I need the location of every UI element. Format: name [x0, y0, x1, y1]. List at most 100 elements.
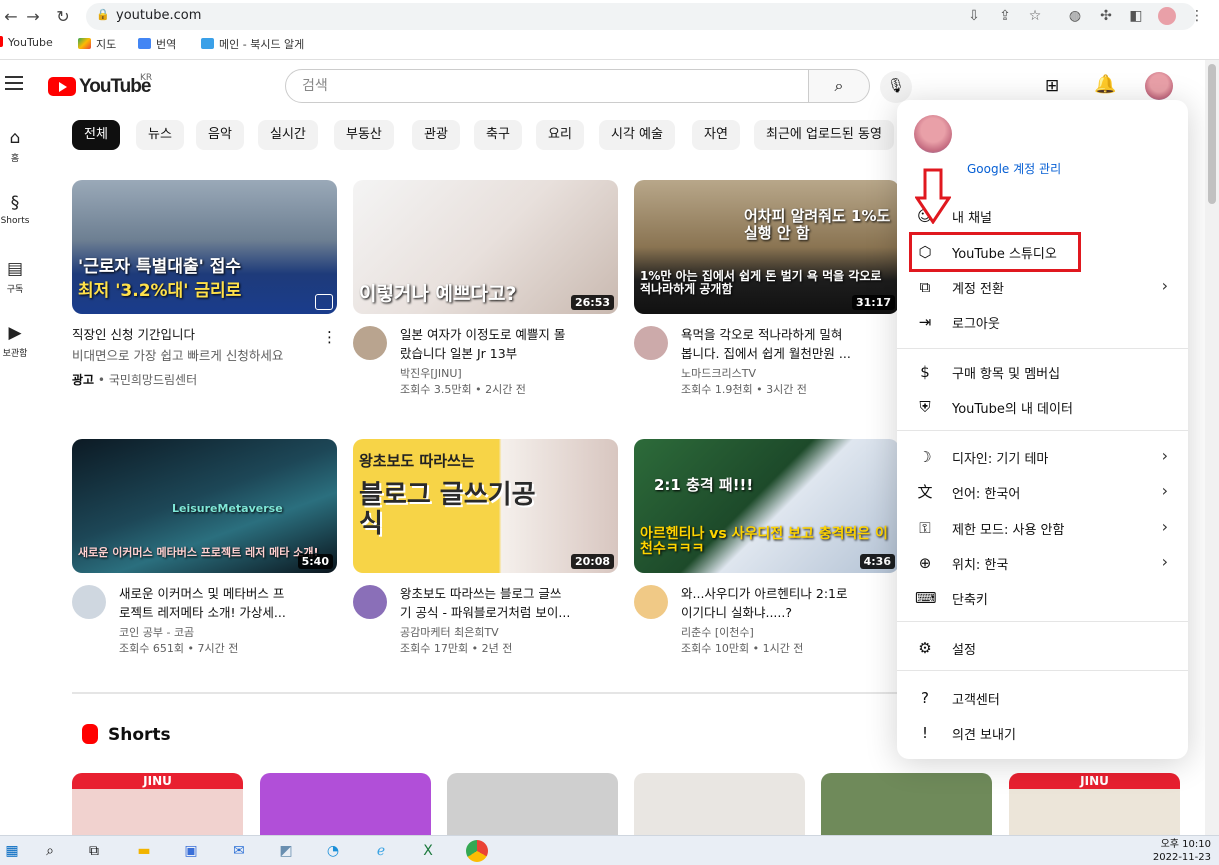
scrollbar-thumb[interactable]: [1208, 64, 1216, 204]
back-icon[interactable]: ←: [0, 6, 22, 28]
video-thumbnail[interactable]: 왕초보도 따라쓰는 블로그 글쓰기공식 20:08: [353, 439, 618, 573]
bookmark-main[interactable]: 메인 - 북시드 알게: [201, 36, 304, 52]
menu-item-feedback[interactable]: ! 의견 보내기: [897, 715, 1188, 750]
menu-item-shield-person[interactable]: ⛨ YouTube의 내 데이터: [897, 389, 1188, 424]
video-thumbnail[interactable]: LeisureMetaverse 새로운 이커머스 메타버스 프로젝트 레저 메타…: [72, 439, 337, 573]
menu-item-globe[interactable]: ⊕ 위치: 한국 ›: [897, 545, 1188, 580]
bookmark-star-icon[interactable]: ☆: [1026, 7, 1044, 25]
menu-item-switch-account[interactable]: ⧉ 계정 전환 ›: [897, 269, 1188, 304]
channel-name[interactable]: 코인 공부 - 코곰: [119, 625, 194, 641]
video-thumbnail[interactable]: '근로자 특별대출' 접수 최저 '3.2%대' 금리로: [72, 180, 337, 314]
menu-item-moon[interactable]: ☽ 디자인: 기기 테마 ›: [897, 439, 1188, 474]
guide-item-0[interactable]: ⌂ 홈: [0, 128, 30, 164]
guide-item-2[interactable]: ▤ 구독: [0, 259, 30, 295]
url-text[interactable]: youtube.com: [116, 8, 201, 23]
short-thumbnail[interactable]: JINU: [72, 773, 243, 835]
channel-name[interactable]: 노마드크리스TV: [681, 366, 756, 382]
channel-avatar[interactable]: [353, 326, 387, 360]
channel-avatar[interactable]: [634, 326, 668, 360]
video-title[interactable]: 일본 여자가 이정도로 예쁠지 몰: [400, 325, 565, 344]
reload-icon[interactable]: ↻: [52, 6, 74, 28]
video-thumbnail[interactable]: 2:1 충격 패!!! 아르헨티나 vs 사우디전 보고 충격먹은 이천수ㅋㅋㅋ 4…: [634, 439, 899, 573]
video-title-line2[interactable]: 로젝트 레저메타 소개! 가상세...: [119, 603, 286, 622]
notifications-icon[interactable]: 🔔: [1094, 74, 1116, 95]
extensions-icon[interactable]: ✣: [1097, 7, 1115, 25]
sidepanel-icon[interactable]: ◧: [1127, 7, 1145, 25]
channel-name[interactable]: 박진우[JINU]: [400, 366, 462, 382]
menu-item-help[interactable]: ? 고객센터: [897, 680, 1188, 715]
chip-5[interactable]: 관광: [412, 120, 460, 150]
short-thumbnail[interactable]: [447, 773, 618, 835]
menu-item-gear[interactable]: ⚙ 설정: [897, 630, 1188, 665]
chip-3[interactable]: 실시간: [258, 120, 318, 150]
more-menu-icon[interactable]: ⋮: [1188, 7, 1206, 25]
video-thumbnail[interactable]: 어차피 알려줘도 1%도 실행 안 함 1%만 아는 집에서 쉽게 돈 벌기 욕 …: [634, 180, 899, 314]
channel-avatar[interactable]: [634, 585, 668, 619]
chip-10[interactable]: 최근에 업로드된 동영: [754, 120, 894, 150]
channel-name[interactable]: 국민희망드림센터: [109, 373, 197, 387]
video-title-line2[interactable]: 봅니다. 집에서 쉽게 월천만원 ...: [681, 344, 851, 363]
task-view-icon[interactable]: ⧉: [84, 841, 104, 861]
channel-avatar[interactable]: [353, 585, 387, 619]
video-title[interactable]: 왕초보도 따라쓰는 블로그 글쓰: [400, 584, 561, 603]
search-button[interactable]: ⌕: [808, 69, 870, 103]
video-title-line2[interactable]: 랐습니다 일본 Jr 13부: [400, 344, 517, 363]
chip-8[interactable]: 시각 예술: [599, 120, 675, 150]
chip-4[interactable]: 부동산: [334, 120, 394, 150]
account-avatar[interactable]: [1145, 72, 1173, 100]
short-thumbnail[interactable]: [821, 773, 992, 835]
profile-icon[interactable]: [1158, 7, 1176, 25]
chip-2[interactable]: 음악: [196, 120, 244, 150]
menu-item-logout[interactable]: ⇥ 로그아웃: [897, 304, 1188, 339]
menu-item-keyboard[interactable]: ⌨ 단축키: [897, 580, 1188, 615]
install-icon[interactable]: ⇩: [965, 7, 983, 25]
bookmark-youtube[interactable]: YouTube: [0, 36, 53, 49]
chip-6[interactable]: 축구: [474, 120, 522, 150]
chip-7[interactable]: 요리: [536, 120, 584, 150]
guide-item-1[interactable]: § Shorts: [0, 193, 30, 226]
chip-0[interactable]: 전체: [72, 120, 120, 150]
video-title[interactable]: 직장인 신청 기간입니다: [72, 325, 195, 344]
video-title[interactable]: 욕먹을 각오로 적나라하게 밀혀: [681, 325, 842, 344]
search-input[interactable]: 검색: [285, 69, 810, 103]
bookmark-maps[interactable]: 지도: [78, 36, 116, 52]
short-thumbnail[interactable]: [634, 773, 805, 835]
chrome-icon[interactable]: [466, 840, 488, 862]
voice-search-icon[interactable]: 🎙: [880, 71, 912, 103]
channel-name[interactable]: 리춘수 [이천수]: [681, 625, 754, 641]
share-icon[interactable]: ⇪: [996, 7, 1014, 25]
short-thumbnail[interactable]: JINU: [1009, 773, 1180, 835]
ie-icon[interactable]: ℯ: [371, 841, 391, 861]
store-icon[interactable]: ▣: [181, 841, 201, 861]
bookmark-translate[interactable]: 번역: [138, 36, 176, 52]
app-icon[interactable]: ◩: [276, 841, 296, 861]
channel-name[interactable]: 공감마케터 최은희TV: [400, 625, 499, 641]
menu-item-restricted[interactable]: ⚿ 제한 모드: 사용 안함 ›: [897, 510, 1188, 545]
menu-item-label: 위치: 한국: [952, 558, 1009, 573]
excel-icon[interactable]: X: [418, 841, 438, 861]
chip-9[interactable]: 자연: [692, 120, 740, 150]
video-meta: 조회수 3.5만회 • 2시간 전: [400, 383, 526, 396]
guide-item-3[interactable]: ▶ 보관함: [0, 323, 30, 359]
menu-item-translate[interactable]: 文 언어: 한국어 ›: [897, 474, 1188, 509]
search-icon[interactable]: ⌕: [40, 841, 60, 861]
menu-item-dollar[interactable]: $ 구매 항목 및 멤버십: [897, 354, 1188, 389]
globe-extension-icon[interactable]: ◍: [1066, 7, 1084, 25]
video-title[interactable]: 와...사우디가 아르헨티나 2:1로: [681, 584, 848, 603]
google-account-link[interactable]: Google 계정 관리: [967, 160, 1061, 177]
menu-icon[interactable]: [5, 76, 23, 90]
short-thumbnail[interactable]: [260, 773, 431, 835]
create-video-icon[interactable]: ⊞: [1045, 76, 1059, 96]
forward-icon[interactable]: →: [22, 6, 44, 28]
video-title-line2[interactable]: 기 공식 - 파워블로거처럼 보이...: [400, 603, 570, 622]
chip-1[interactable]: 뉴스: [136, 120, 184, 150]
channel-avatar[interactable]: [72, 585, 106, 619]
file-explorer-icon[interactable]: ▬: [134, 841, 154, 861]
windows-start-icon[interactable]: ▦: [2, 841, 22, 861]
video-thumbnail[interactable]: 이렇거나 예쁘다고? 26:53: [353, 180, 618, 314]
mail-icon[interactable]: ✉: [229, 841, 249, 861]
more-options-icon[interactable]: ⋮: [322, 328, 337, 346]
edge-icon[interactable]: ◔: [323, 841, 343, 861]
video-title-line2[interactable]: 이기다니 실화냐.....?: [681, 603, 792, 622]
video-title[interactable]: 새로운 이커머스 및 메타버스 프: [119, 584, 284, 603]
